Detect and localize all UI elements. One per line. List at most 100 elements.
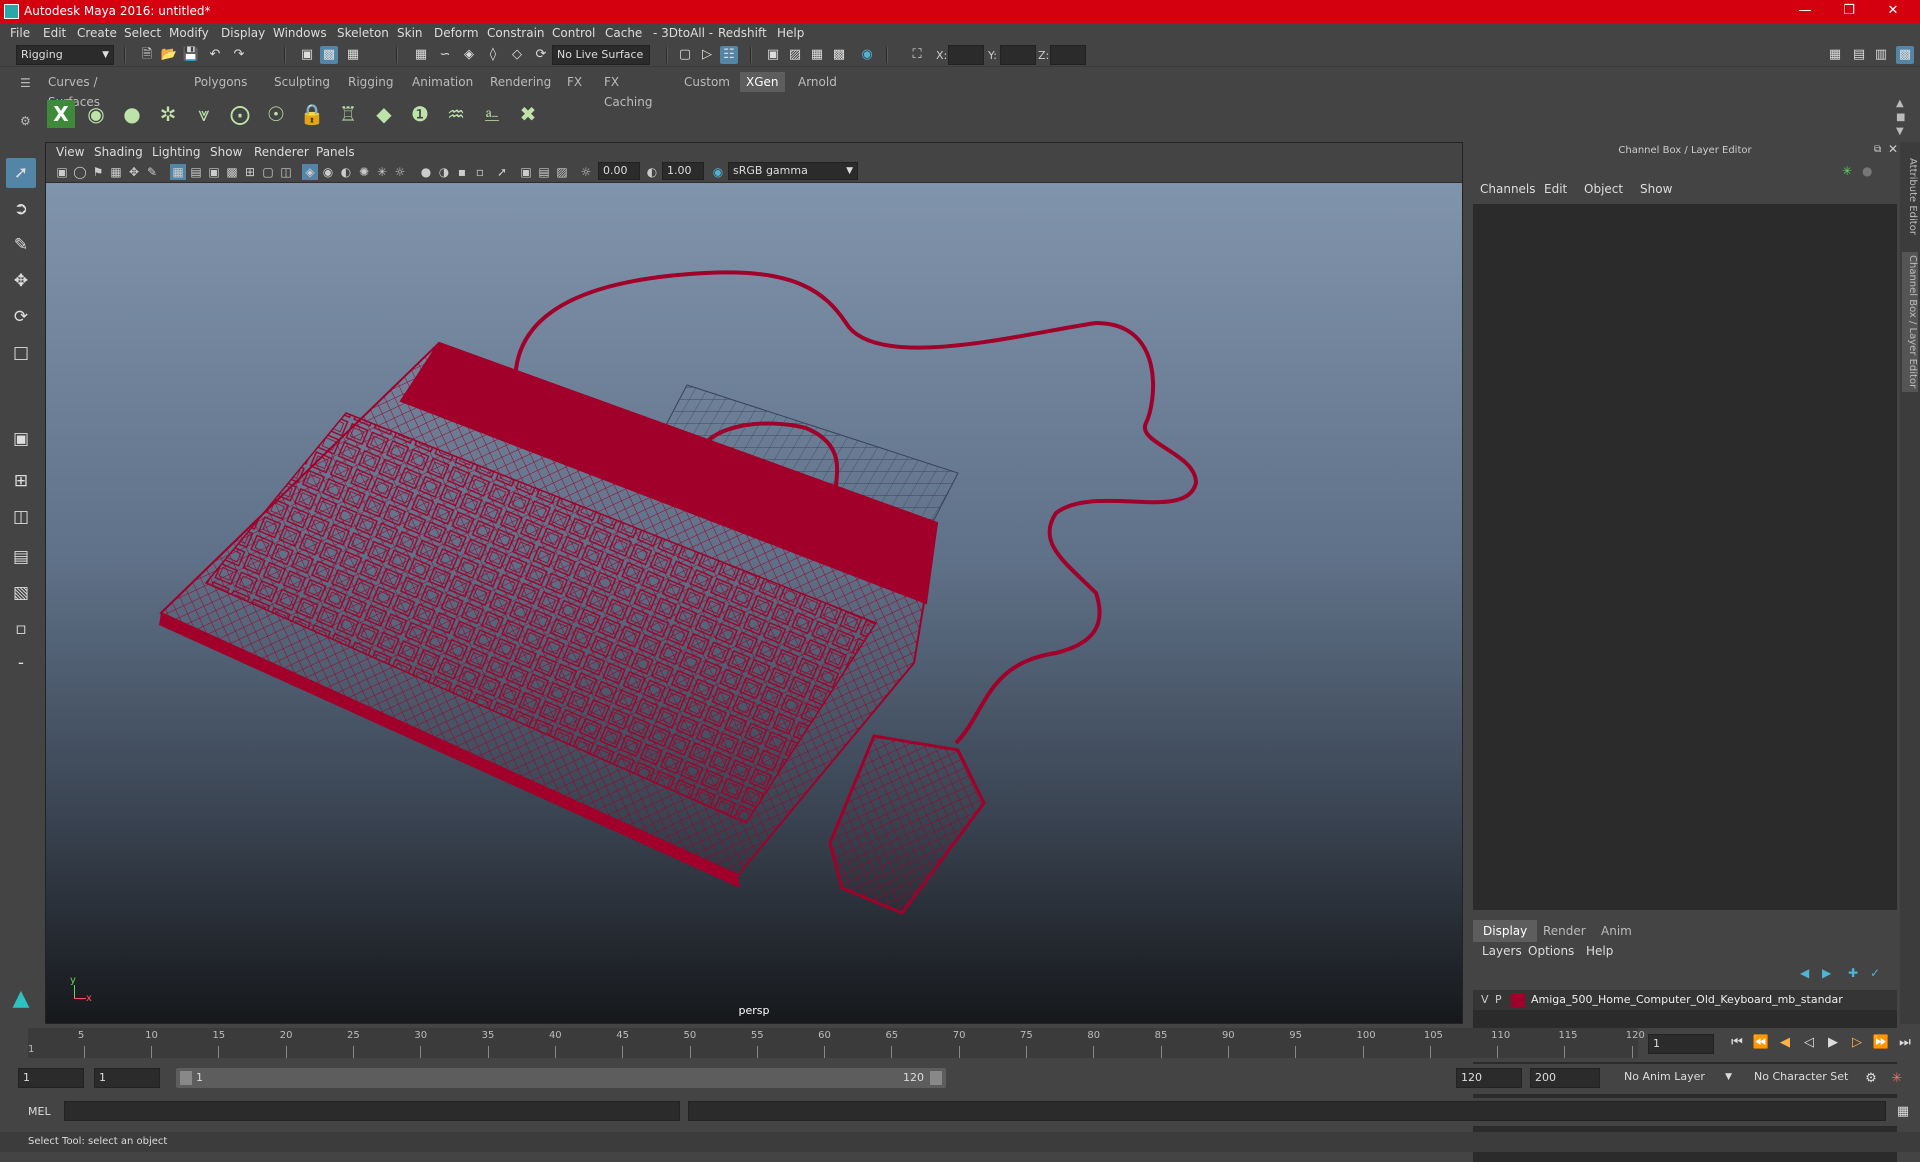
isolate-select-icon[interactable]: ➚	[494, 164, 510, 180]
use-all-lights-icon[interactable]: ✳	[374, 164, 390, 180]
motion-blur-icon[interactable]: ◑	[436, 164, 452, 180]
transform-lock-icon[interactable]: ⛶	[908, 46, 926, 64]
cb-menu-show[interactable]: Show	[1640, 182, 1672, 196]
2d-pan-icon[interactable]: ✥	[126, 164, 142, 180]
y-field[interactable]	[1000, 45, 1036, 65]
ipr-render-icon[interactable]: ☷	[720, 46, 738, 64]
new-layer-icon[interactable]: ✚	[1848, 966, 1858, 980]
shelf-tab-sculpting[interactable]: Sculpting	[268, 72, 336, 92]
vp-menu-show[interactable]: Show	[210, 145, 242, 159]
range-end-handle[interactable]	[930, 1071, 942, 1085]
anim-layer-dropdown[interactable]: No Anim Layer ▼	[1620, 1068, 1736, 1088]
shelf-tab-polygons[interactable]: Polygons	[188, 72, 253, 92]
auto-key-icon[interactable]: ⚙	[1862, 1070, 1880, 1088]
gamma-field[interactable]: 1.00	[662, 162, 704, 180]
tool-settings-toggle-icon[interactable]: ▥	[1872, 46, 1890, 64]
persp-graph-layout-icon[interactable]: ▧	[6, 578, 36, 608]
rotate-tool-icon[interactable]: ⟳	[6, 302, 36, 332]
lasso-tool-icon[interactable]: ➲	[6, 194, 36, 224]
camera-select-icon[interactable]: ▣	[54, 164, 70, 180]
time-slider-track[interactable]: 1 5 10 15 20 25 30 35 40 45 50 55 60 65 70 75 80 85 90 95 10…	[28, 1028, 1645, 1058]
menu-modify[interactable]: Modify	[169, 26, 209, 40]
snap-rotate-icon[interactable]: ⟳	[532, 46, 550, 64]
menuset-dropdown[interactable]: Rigging ▼	[16, 45, 114, 65]
exposure-icon[interactable]: ☼	[578, 164, 594, 180]
menu-file[interactable]: File	[10, 26, 30, 40]
smooth-shade-icon[interactable]: ◉	[320, 164, 336, 180]
side-tab-channel-box[interactable]: Channel Box / Layer Editor	[1902, 252, 1918, 392]
shelf-tab-arnold[interactable]: Arnold	[792, 72, 843, 92]
menu-display[interactable]: Display	[221, 26, 265, 40]
shelf-tab-xgen[interactable]: XGen	[740, 72, 785, 92]
render-setup-icon[interactable]: ▩	[830, 46, 848, 64]
le-menu-layers[interactable]: Layers	[1482, 944, 1522, 958]
shadows-icon[interactable]: ☼	[392, 164, 408, 180]
layer-tab-render[interactable]: Render	[1533, 920, 1596, 942]
play-forward-icon[interactable]: ▶	[1824, 1034, 1842, 1052]
color-management-icon[interactable]: ◉	[710, 164, 726, 180]
step-forward-frame-icon[interactable]: ⏩	[1872, 1034, 1890, 1052]
hypershade-icon[interactable]: ▨	[786, 46, 804, 64]
menu-skeleton[interactable]: Skeleton	[337, 26, 389, 40]
shelf-menu-icon[interactable]: ☰	[20, 76, 31, 90]
snap-view-icon[interactable]: ◊	[484, 46, 502, 64]
range-start-handle[interactable]	[180, 1071, 192, 1085]
layer-row[interactable]: V P Amiga_500_Home_Computer_Old_Keyboard…	[1473, 990, 1897, 1010]
snap-curve-icon[interactable]: ∽	[436, 46, 454, 64]
four-view-layout-icon[interactable]: ⊞	[6, 466, 36, 496]
select-tool-icon[interactable]: ➚	[6, 158, 36, 188]
z-field[interactable]	[1050, 45, 1086, 65]
camera-attrs-icon[interactable]: ◯	[72, 164, 88, 180]
field-chart-icon[interactable]: ⊞	[242, 164, 258, 180]
light-editor-icon[interactable]: ◉	[858, 46, 876, 64]
layout-options-icon[interactable]: -	[6, 648, 36, 678]
xgen-hair-icon[interactable]: ♖	[334, 100, 362, 128]
textured-icon[interactable]: ✺	[356, 164, 372, 180]
shelf-tab-animation[interactable]: Animation	[406, 72, 479, 92]
viewport-persp[interactable]: View Shading Lighting Show Renderer Pane…	[45, 142, 1463, 1024]
xgen-lock-guide-icon[interactable]: 🔒	[298, 100, 326, 128]
layer-visibility-toggle[interactable]: V	[1481, 993, 1489, 1006]
x-field[interactable]	[948, 45, 984, 65]
le-menu-options[interactable]: Options	[1528, 944, 1574, 958]
xray-components-icon[interactable]: ▨	[554, 164, 570, 180]
undo-icon[interactable]: ↶	[206, 46, 224, 64]
shelf-scroll-down-icon[interactable]: ▼	[1896, 126, 1904, 137]
vp-menu-view[interactable]: View	[56, 145, 84, 159]
scale-tool-icon[interactable]: □	[6, 338, 36, 368]
vp-menu-renderer[interactable]: Renderer	[254, 145, 309, 159]
xgen-groom-icon[interactable]: ✲	[154, 100, 182, 128]
depth-of-field-icon[interactable]: ▫	[472, 164, 488, 180]
xray-joints-icon[interactable]: ▤	[536, 164, 552, 180]
command-language-label[interactable]: MEL	[28, 1105, 51, 1118]
channel-box-toggle-icon[interactable]: ▩	[1896, 46, 1914, 64]
menu-select[interactable]: Select	[124, 26, 161, 40]
xgen-sculpt-guide-icon[interactable]: ☉	[262, 100, 290, 128]
snap-surface-icon[interactable]: ◇	[508, 46, 526, 64]
menu-deform[interactable]: Deform	[434, 26, 479, 40]
render-view-icon[interactable]: ▦	[808, 46, 826, 64]
vp-menu-lighting[interactable]: Lighting	[152, 145, 201, 159]
menu-redshift[interactable]: Redshift	[718, 26, 767, 40]
command-input[interactable]	[64, 1101, 680, 1121]
shelf-scroll-mid-icon[interactable]: ■	[1896, 112, 1905, 123]
layer-color-swatch[interactable]	[1511, 993, 1525, 1007]
menu-cache[interactable]: Cache	[605, 26, 642, 40]
film-gate-icon[interactable]: ▤	[188, 164, 204, 180]
character-set-dropdown[interactable]: No Character Set	[1750, 1068, 1860, 1088]
xgen-bend-icon[interactable]: ❶	[406, 100, 434, 128]
render-settings-icon[interactable]: ▣	[764, 46, 782, 64]
anti-aliasing-icon[interactable]: ▪	[454, 164, 470, 180]
single-view-layout-icon[interactable]: ▣	[6, 424, 36, 454]
xgen-guide-icon[interactable]: ⩔	[190, 100, 218, 128]
layer-playback-toggle[interactable]: P	[1495, 993, 1502, 1006]
render-region-icon[interactable]: ▢	[676, 46, 694, 64]
range-bar[interactable]: 1 120	[176, 1068, 946, 1088]
grid-icon[interactable]: ▦	[170, 164, 186, 180]
save-scene-icon[interactable]: 💾	[182, 46, 200, 64]
menu-help[interactable]: Help	[777, 26, 804, 40]
shelf-settings-icon[interactable]: ⚙	[20, 114, 31, 128]
menu-windows[interactable]: Windows	[273, 26, 327, 40]
image-plane-icon[interactable]: ▦	[108, 164, 124, 180]
paint-select-tool-icon[interactable]: ✎	[6, 230, 36, 260]
